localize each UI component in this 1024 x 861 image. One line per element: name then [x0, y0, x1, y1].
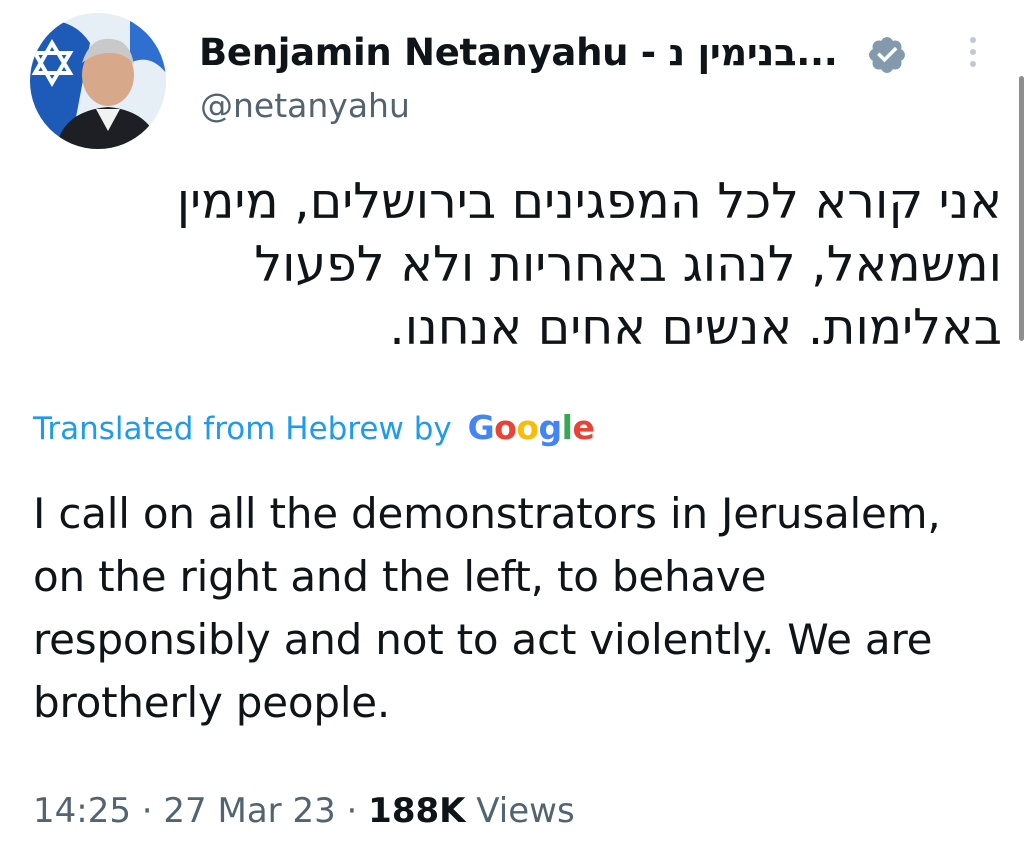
- views-count[interactable]: 188K: [368, 791, 465, 831]
- meta-separator: ·: [346, 791, 358, 831]
- tweet-time[interactable]: 14:25: [33, 791, 131, 831]
- tweet-translation-text: I call on all the demonstrators in Jerus…: [33, 489, 941, 727]
- more-options-icon[interactable]: [958, 32, 988, 72]
- google-logo: Google: [467, 408, 595, 447]
- meta-separator: ·: [141, 791, 153, 831]
- profile-photo: [30, 13, 166, 149]
- tweet-date[interactable]: 27 Mar 23: [163, 791, 335, 831]
- translated-from-link[interactable]: Translated from Hebrew by Google: [33, 404, 595, 453]
- display-name[interactable]: Benjamin Netanyahu - בנימין נ...: [199, 28, 838, 78]
- tweet-original-text: אני קורא לכל המפגינים בירושלים, מימין ומ…: [176, 173, 1002, 356]
- translated-label: Translated from Hebrew by: [33, 411, 452, 447]
- verified-badge-icon: [869, 37, 905, 73]
- tweet-meta: 14:25 · 27 Mar 23 · 188K Views: [33, 787, 575, 835]
- scrollbar[interactable]: [1019, 76, 1024, 341]
- handle[interactable]: @netanyahu: [200, 84, 410, 128]
- avatar[interactable]: [30, 13, 166, 149]
- views-label: Views: [476, 791, 575, 831]
